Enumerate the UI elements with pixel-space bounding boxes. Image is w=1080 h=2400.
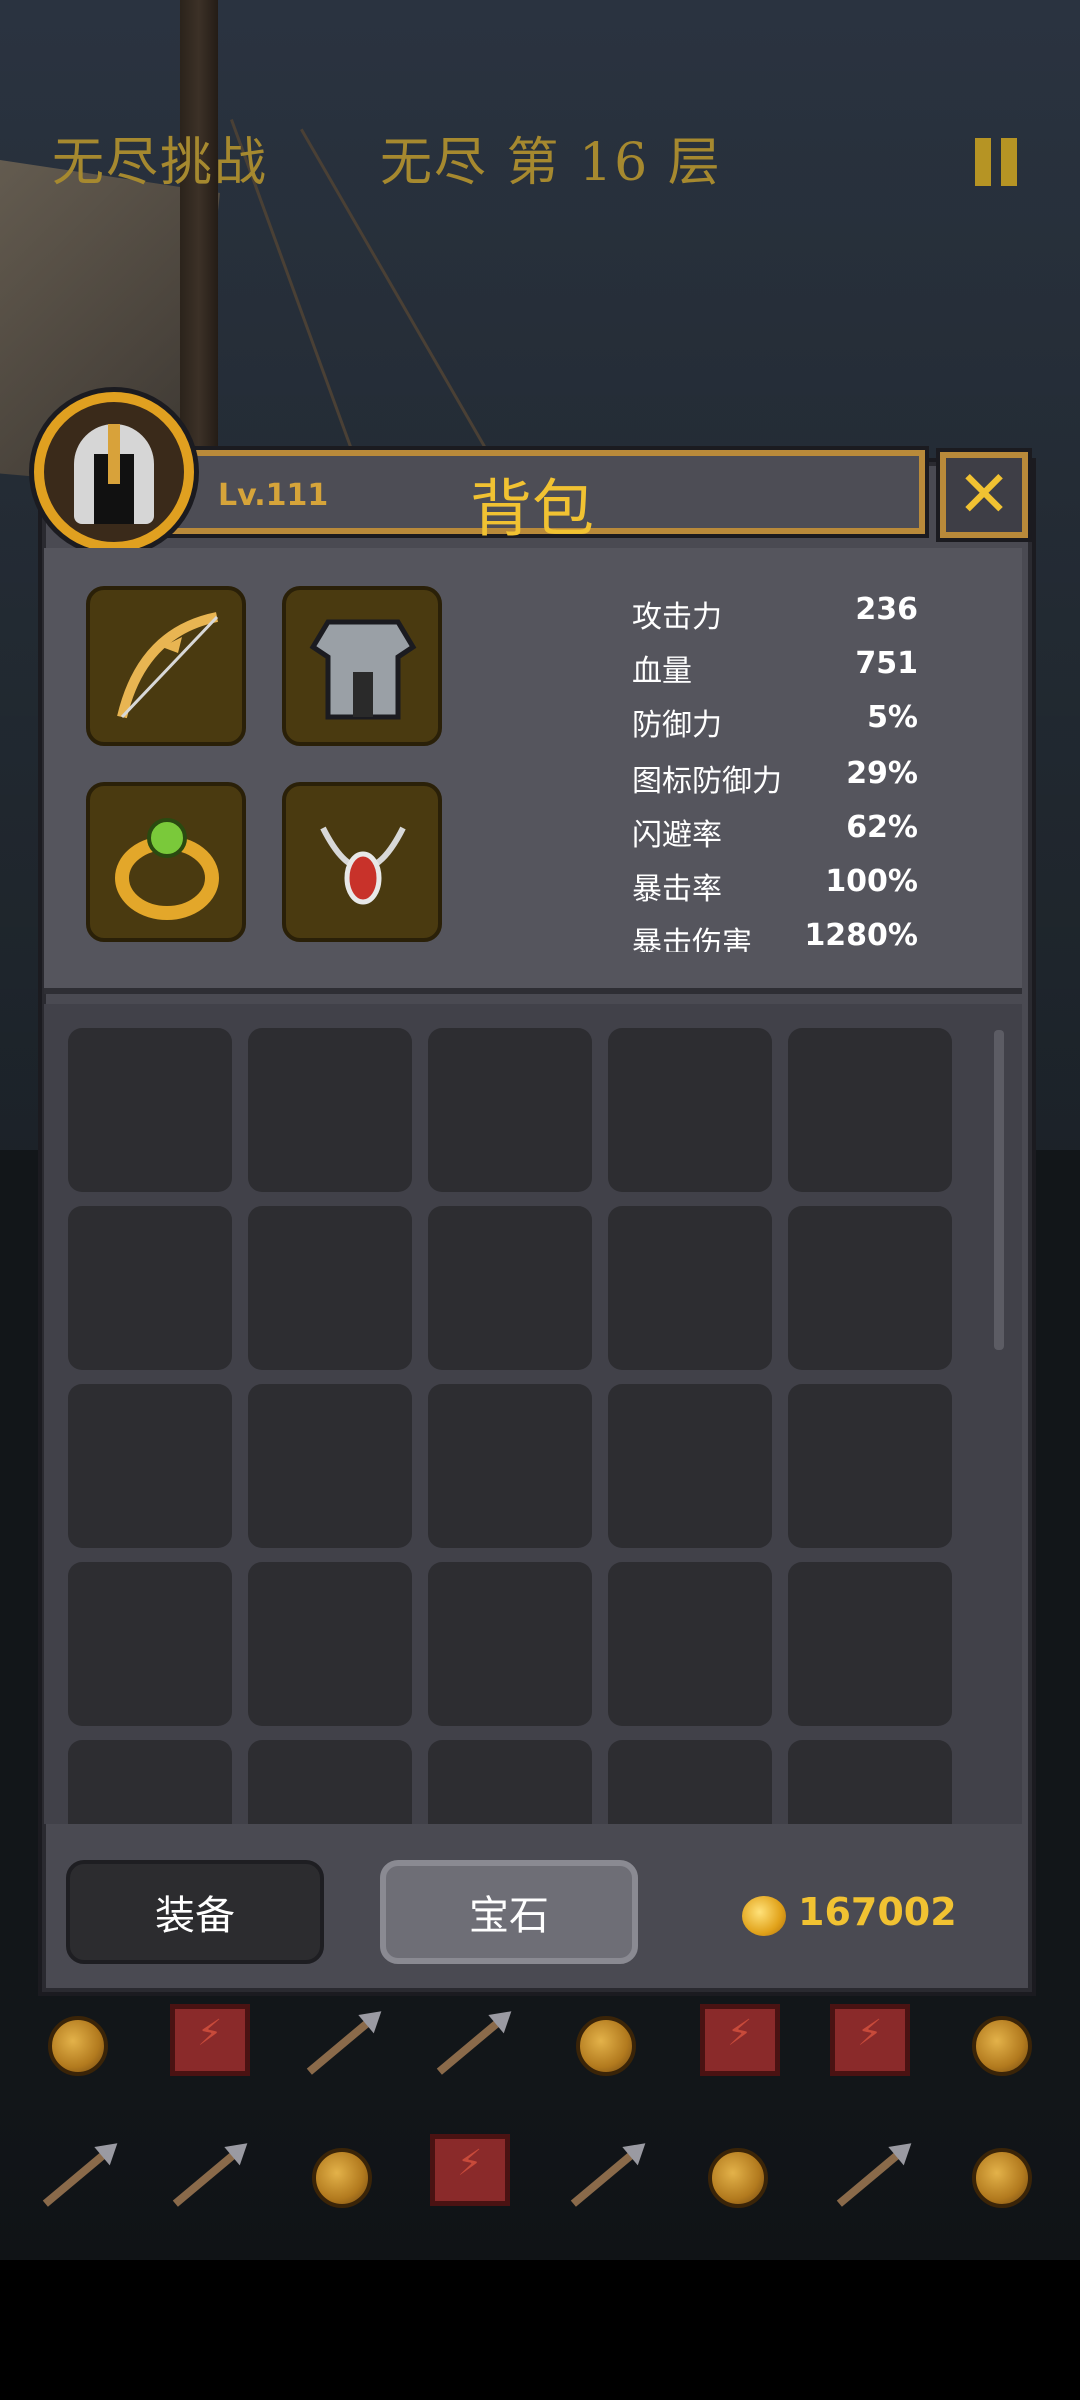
book-icon bbox=[830, 2004, 910, 2076]
stat-label-icon-defense: 图标防御力 bbox=[632, 764, 782, 799]
amulet-icon bbox=[320, 826, 406, 905]
stat-label-dodge: 闪避率 bbox=[632, 818, 722, 853]
inventory-slot[interactable] bbox=[428, 1028, 592, 1192]
equip-slot-amulet[interactable] bbox=[282, 782, 442, 942]
stat-value-dodge: 62% bbox=[846, 810, 918, 845]
inventory-slot[interactable] bbox=[248, 1028, 412, 1192]
inventory-slot[interactable] bbox=[788, 1740, 952, 1824]
equip-slot-armor[interactable] bbox=[282, 586, 442, 746]
mode-label: 无尽挑战 bbox=[52, 133, 269, 193]
arrow-loot[interactable] bbox=[166, 2138, 246, 2218]
arrow-loot[interactable] bbox=[564, 2138, 644, 2218]
inventory-slot[interactable] bbox=[608, 1206, 772, 1370]
arrow-icon bbox=[306, 2017, 374, 2075]
stat-label-attack: 攻击力 bbox=[632, 600, 722, 635]
book-icon bbox=[170, 2004, 250, 2076]
stat-value-defense: 5% bbox=[867, 700, 918, 735]
book-loot[interactable] bbox=[430, 2130, 510, 2210]
tab-equipment[interactable]: 装备 bbox=[66, 1860, 324, 1964]
stat-label-crit-rate: 暴击率 bbox=[632, 872, 722, 907]
coin-icon bbox=[576, 2016, 636, 2076]
stat-label-crit-damage: 暴击伤害 bbox=[632, 926, 752, 952]
ring-icon bbox=[115, 818, 219, 920]
armor-icon bbox=[309, 619, 417, 720]
equip-slot-weapon[interactable] bbox=[86, 586, 246, 746]
inventory-slot[interactable] bbox=[788, 1384, 952, 1548]
stat-label-hp: 血量 bbox=[632, 654, 692, 689]
inventory-slot[interactable] bbox=[788, 1028, 952, 1192]
book-icon bbox=[700, 2004, 780, 2076]
inventory-slot[interactable] bbox=[608, 1562, 772, 1726]
arrow-icon bbox=[836, 2149, 904, 2207]
coin-icon bbox=[48, 2016, 108, 2076]
book-loot[interactable] bbox=[700, 2000, 780, 2080]
book-loot[interactable] bbox=[170, 2000, 250, 2080]
inventory-slot[interactable] bbox=[68, 1740, 232, 1824]
backpack-title: 背包 bbox=[470, 472, 595, 545]
arrow-loot[interactable] bbox=[830, 2138, 910, 2218]
player-level: Lv.111 bbox=[218, 478, 329, 513]
stat-value-crit-damage: 1280% bbox=[804, 918, 918, 953]
player-avatar[interactable] bbox=[34, 392, 194, 552]
inventory-slot[interactable] bbox=[248, 1562, 412, 1726]
tab-gems[interactable]: 宝石 bbox=[380, 1860, 638, 1964]
inventory-slot[interactable] bbox=[428, 1206, 592, 1370]
coin-loot[interactable] bbox=[962, 2006, 1042, 2086]
close-button[interactable]: ✕ bbox=[936, 448, 1032, 542]
coin-icon bbox=[708, 2148, 768, 2208]
coin-icon bbox=[312, 2148, 372, 2208]
arrow-loot[interactable] bbox=[36, 2138, 116, 2218]
arrow-icon bbox=[42, 2149, 110, 2207]
equip-slot-ring[interactable] bbox=[86, 782, 246, 942]
inventory-slot[interactable] bbox=[68, 1384, 232, 1548]
arrow-loot[interactable] bbox=[300, 2006, 380, 2086]
book-icon bbox=[430, 2134, 510, 2206]
pause-button[interactable] bbox=[972, 138, 1020, 186]
stat-label-defense: 防御力 bbox=[632, 708, 722, 743]
book-loot[interactable] bbox=[830, 2000, 910, 2080]
floor-label: 无尽 第 16 层 bbox=[380, 133, 722, 193]
inventory-slot[interactable] bbox=[428, 1740, 592, 1824]
coin-loot[interactable] bbox=[698, 2138, 778, 2218]
inventory-slot[interactable] bbox=[428, 1562, 592, 1726]
inventory-slot[interactable] bbox=[68, 1028, 232, 1192]
stat-value-crit-rate: 100% bbox=[825, 864, 918, 899]
stat-value-icon-defense: 29% bbox=[846, 756, 918, 791]
inventory-slot[interactable] bbox=[248, 1206, 412, 1370]
gold-amount: 167002 bbox=[798, 1890, 957, 1934]
inventory-slot[interactable] bbox=[428, 1384, 592, 1548]
coin-icon bbox=[972, 2016, 1032, 2076]
inventory-scrollbar[interactable] bbox=[994, 1030, 1004, 1350]
arrow-icon bbox=[172, 2149, 240, 2207]
inventory-slot[interactable] bbox=[248, 1740, 412, 1824]
coin-loot[interactable] bbox=[566, 2006, 646, 2086]
inventory-slot[interactable] bbox=[68, 1206, 232, 1370]
arrow-loot[interactable] bbox=[430, 2006, 510, 2086]
arrow-icon bbox=[570, 2149, 638, 2207]
inventory-slot[interactable] bbox=[608, 1740, 772, 1824]
inventory-slot[interactable] bbox=[788, 1206, 952, 1370]
inventory-grid bbox=[44, 1004, 1022, 1824]
inventory-slot[interactable] bbox=[248, 1384, 412, 1548]
coin-loot[interactable] bbox=[962, 2138, 1042, 2218]
stat-value-attack: 236 bbox=[855, 592, 918, 627]
helmet-icon bbox=[74, 424, 154, 524]
arrow-icon bbox=[436, 2017, 504, 2075]
inventory-slot[interactable] bbox=[68, 1562, 232, 1726]
gold-coin-icon bbox=[742, 1896, 786, 1936]
pause-icon bbox=[975, 138, 991, 186]
coin-loot[interactable] bbox=[302, 2138, 382, 2218]
coin-icon bbox=[972, 2148, 1032, 2208]
inventory-slot[interactable] bbox=[608, 1384, 772, 1548]
stat-value-hp: 751 bbox=[855, 646, 918, 681]
inventory-slot[interactable] bbox=[788, 1562, 952, 1726]
coin-loot[interactable] bbox=[38, 2006, 118, 2086]
bow-icon bbox=[117, 612, 219, 719]
inventory-slot[interactable] bbox=[608, 1028, 772, 1192]
close-icon: ✕ bbox=[957, 458, 1011, 532]
